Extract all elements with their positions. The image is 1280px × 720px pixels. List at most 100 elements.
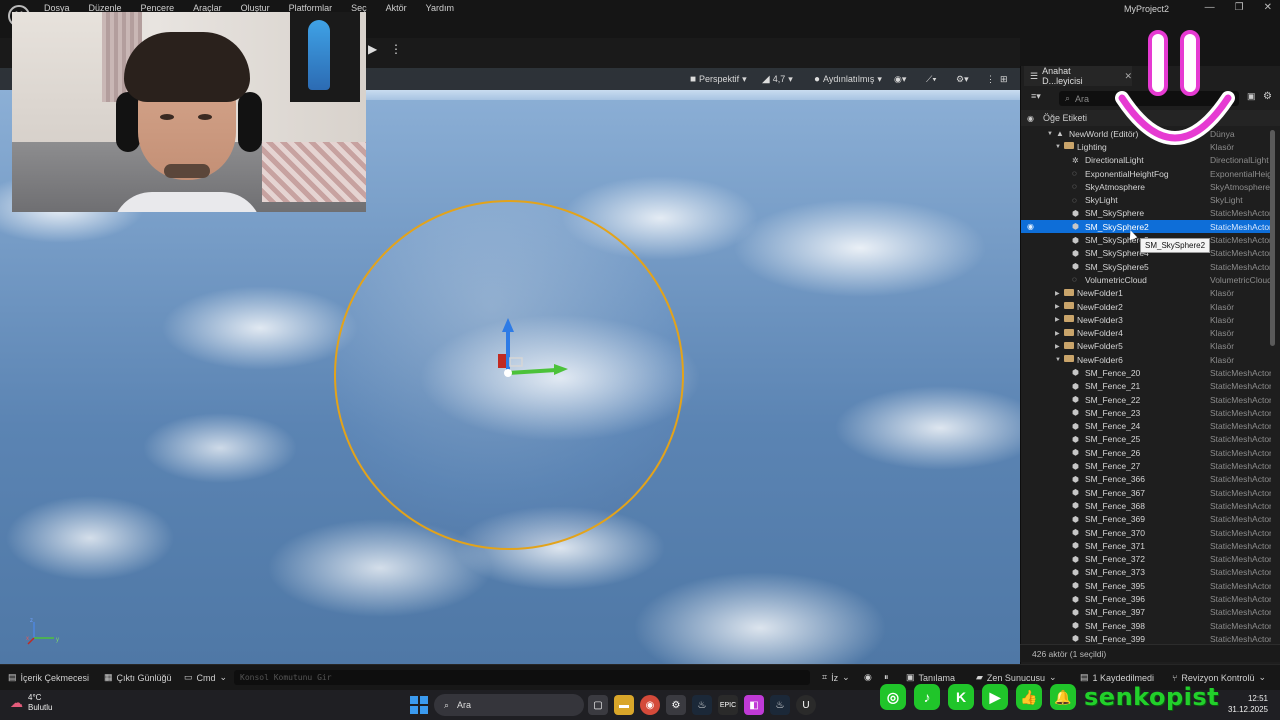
play-icon[interactable]: ▶ [368, 42, 384, 58]
layout-button[interactable]: ⊞ [1000, 71, 1008, 87]
close-icon[interactable]: ✕ [1264, 2, 1272, 13]
settings-gear-icon[interactable]: ⚙ [1263, 91, 1272, 102]
outliner-folder-row[interactable]: ▶ NewFolder4 Klasör [1021, 326, 1271, 339]
file-explorer-icon[interactable]: ▬ [614, 695, 634, 715]
outliner-folder-row[interactable]: ▼ NewFolder6 Klasör [1021, 353, 1271, 366]
content-drawer-button[interactable]: ▤ İçerik Çekmecesi [8, 672, 89, 683]
outliner-actor-row[interactable]: ⬢ SM_Fence_367 StaticMeshActor [1021, 486, 1271, 499]
outliner-actor-row[interactable]: ◌ SkyLight SkyLight [1021, 193, 1271, 206]
outliner-actor-row[interactable]: ⬢ SM_Fence_21 StaticMeshActor [1021, 380, 1271, 393]
epic-games-icon[interactable]: EPIC [718, 695, 738, 715]
outliner-item-type: SkyLight [1210, 195, 1243, 206]
collapse-arrow-icon[interactable]: ▶ [1055, 343, 1060, 350]
outliner-folder-row[interactable]: ▶ NewFolder2 Klasör [1021, 300, 1271, 313]
show-flags-button[interactable]: ◉▾ [894, 71, 906, 87]
media-app-icon[interactable]: ◧ [744, 695, 764, 715]
outliner-actor-row[interactable]: ⬢ SM_Fence_23 StaticMeshActor [1021, 406, 1271, 419]
output-log-button[interactable]: ▦ Çıktı Günlüğü [104, 672, 172, 683]
transform-gizmo[interactable] [496, 318, 576, 388]
weather-widget[interactable]: ☁ 4°C Bulutlu [10, 693, 52, 713]
pause-button[interactable]: ⏸ [884, 672, 889, 683]
record-button[interactable]: ◉ [864, 672, 872, 683]
outliner-actor-row[interactable]: ◌ ExponentialHeightFog ExponentialHeightFo… [1021, 167, 1271, 180]
outliner-item-label: SM_Fence_24 [1085, 421, 1141, 432]
plane-handle [509, 357, 523, 367]
outliner-actor-row[interactable]: ⬢ SM_Fence_27 StaticMeshActor [1021, 459, 1271, 472]
outliner-actor-row[interactable]: ⬢ SM_Fence_396 StaticMeshActor [1021, 592, 1271, 605]
output-log-icon: ▦ [104, 672, 113, 682]
minimize-icon[interactable]: — [1205, 2, 1215, 13]
outliner-actor-row[interactable]: ◉ ⬢ SM_SkySphere2 StaticMeshActor [1021, 220, 1271, 234]
taskbar-clock[interactable]: 12:51 31.12.2025 [1226, 693, 1268, 715]
outliner-actor-row[interactable]: ◌ VolumetricCloud VolumetricCloud [1021, 273, 1271, 286]
outliner-actor-row[interactable]: ⬢ SM_Fence_395 StaticMeshActor [1021, 579, 1271, 592]
outliner-scrollbar[interactable] [1270, 130, 1275, 346]
outliner-actor-row[interactable]: ⬢ SM_Fence_26 StaticMeshActor [1021, 446, 1271, 459]
chrome-icon[interactable]: ◉ [640, 695, 660, 715]
perspective-dropdown[interactable]: ■ Perspektif ▾ [690, 71, 747, 87]
unreal-engine-icon[interactable]: U [796, 695, 816, 715]
outliner-actor-row[interactable]: ⬢ SM_Fence_25 StaticMeshActor [1021, 433, 1271, 446]
more-options-icon[interactable]: ⋮ [390, 42, 402, 56]
cmd-dropdown[interactable]: ▭ Cmd ⌄ [184, 672, 227, 683]
trace-button[interactable]: ⌗ İz ⌄ [822, 672, 850, 683]
outliner-folder-row[interactable]: ▶ NewFolder1 Klasör [1021, 287, 1271, 300]
menu-dots-icon: ⋮ [986, 73, 995, 84]
streamer-beard [164, 164, 210, 178]
outliner-actor-row[interactable]: ⬢ SM_Fence_398 StaticMeshActor [1021, 619, 1271, 632]
search-placeholder: Ara [1075, 93, 1090, 104]
add-folder-icon[interactable]: ▣ [1247, 91, 1256, 102]
zen-server-button[interactable]: ▰ Zen Sunucusu ⌄ [976, 672, 1057, 683]
item-label-header[interactable]: Öğe Etiketi [1043, 113, 1087, 123]
expand-arrow-icon[interactable]: ▼ [1055, 144, 1061, 150]
expand-arrow-icon[interactable]: ▼ [1055, 357, 1061, 363]
outliner-actor-row[interactable]: ⬢ SM_Fence_373 StaticMeshActor [1021, 566, 1271, 579]
outliner-actor-row[interactable]: ⬢ SM_Fence_372 StaticMeshActor [1021, 553, 1271, 566]
viewport-menu-button[interactable]: ⋮ [986, 71, 995, 87]
revision-control-button[interactable]: ⑂ Revizyon Kontrolü ⌄ [1172, 672, 1266, 683]
app-hub-icon[interactable]: ⚙ [666, 695, 686, 715]
console-command-input[interactable]: Konsol Komutunu Gir [234, 670, 810, 685]
visibility-eye-icon[interactable]: ◉ [1027, 222, 1034, 231]
outliner-actor-row[interactable]: ⬢ SM_Fence_369 StaticMeshActor [1021, 513, 1271, 526]
outliner-item-type: StaticMeshActor [1210, 554, 1271, 565]
windows-start-icon[interactable] [410, 696, 428, 714]
outliner-actor-row[interactable]: ⬢ SM_SkySphere5 StaticMeshActor [1021, 260, 1271, 273]
outliner-actor-row[interactable]: ⬢ SM_Fence_20 StaticMeshActor [1021, 366, 1271, 379]
settings-button[interactable]: ⚙▾ [956, 71, 969, 87]
outliner-folder-row[interactable]: ▶ NewFolder5 Klasör [1021, 340, 1271, 353]
collapse-arrow-icon[interactable]: ▶ [1055, 303, 1060, 310]
expand-arrow-icon[interactable]: ▼ [1047, 131, 1053, 137]
outliner-actor-row[interactable]: ⬢ SM_SkySphere StaticMeshActor [1021, 207, 1271, 220]
static-mesh-icon: ⬢ [1072, 567, 1079, 577]
outliner-actor-row[interactable]: ⬢ SM_Fence_366 StaticMeshActor [1021, 473, 1271, 486]
outliner-actor-row[interactable]: ◌ SkyAtmosphere SkyAtmosphere [1021, 180, 1271, 193]
outliner-folder-row[interactable]: ▶ NewFolder3 Klasör [1021, 313, 1271, 326]
filter-icon[interactable]: ≡▾ [1031, 91, 1041, 102]
outliner-item-label: SM_Fence_369 [1085, 514, 1146, 525]
fov-dropdown[interactable]: ◢ 4,7 ▾ [762, 71, 793, 87]
steam-alt-icon[interactable]: ♨ [770, 695, 790, 715]
menu-item-aktor[interactable]: Aktör [386, 3, 407, 13]
maximize-icon[interactable]: ❐ [1235, 2, 1244, 13]
collapse-arrow-icon[interactable]: ▶ [1055, 316, 1060, 323]
actor-icon: ◌ [1072, 195, 1077, 205]
transform-tools-button[interactable]: ⟋▾ [926, 71, 937, 87]
visibility-header-icon[interactable]: ◉ [1027, 114, 1034, 123]
outliner-actor-row[interactable]: ⬢ SM_Fence_22 StaticMeshActor [1021, 393, 1271, 406]
steam-icon[interactable]: ♨ [692, 695, 712, 715]
task-view-icon[interactable]: ▢ [588, 695, 608, 715]
outliner-actor-row[interactable]: ⬢ SM_Fence_397 StaticMeshActor [1021, 606, 1271, 619]
outliner-actor-row[interactable]: ⬢ SM_Fence_368 StaticMeshActor [1021, 499, 1271, 512]
outliner-item-type: StaticMeshActor [1210, 208, 1271, 219]
collapse-arrow-icon[interactable]: ▶ [1055, 290, 1060, 297]
outliner-actor-row[interactable]: ⬢ SM_Fence_371 StaticMeshActor [1021, 539, 1271, 552]
lighting-dropdown[interactable]: ● Aydınlatılmış ▾ [814, 71, 882, 87]
collapse-arrow-icon[interactable]: ▶ [1055, 330, 1060, 337]
unsaved-button[interactable]: ▤ 1 Kaydedilmedi [1080, 672, 1154, 683]
taskbar-search-box[interactable]: ⌕ Ara [434, 694, 584, 716]
diagnostics-button[interactable]: ▣ Tanılama [906, 672, 955, 683]
outliner-actor-row[interactable]: ⬢ SM_Fence_24 StaticMeshActor [1021, 420, 1271, 433]
outliner-actor-row[interactable]: ⬢ SM_Fence_370 StaticMeshActor [1021, 526, 1271, 539]
menu-item-yardim[interactable]: Yardım [426, 3, 454, 13]
